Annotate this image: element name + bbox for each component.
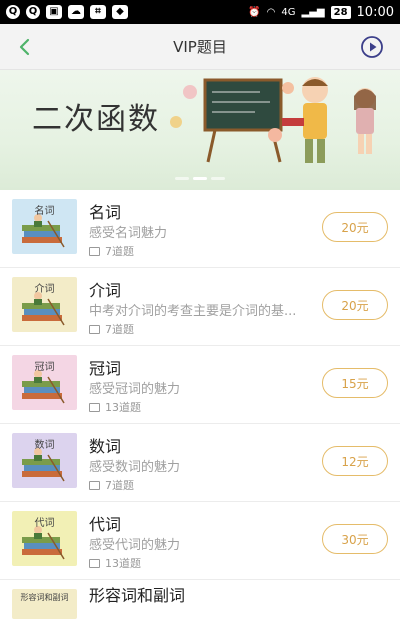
question-count: 7道题 bbox=[105, 323, 134, 336]
network-type: 4G bbox=[281, 6, 296, 18]
thumbnail-label: 冠词 bbox=[34, 362, 55, 373]
book-icon bbox=[89, 246, 100, 256]
book-icon bbox=[89, 558, 100, 568]
list-item[interactable]: 名词 名词 感受名词魅力 7道题 20元 bbox=[0, 190, 400, 268]
notification-q-icon: Q bbox=[6, 5, 20, 19]
image-icon: ▣ bbox=[46, 5, 62, 19]
nav-bar: VIP题目 bbox=[0, 24, 400, 70]
list-item[interactable]: 形容词和副词 形容词和副词 bbox=[0, 580, 400, 619]
price-button[interactable]: 15元 bbox=[322, 368, 388, 398]
item-title: 数词 bbox=[89, 437, 122, 456]
status-bar-right: ⏰ ◠ 4G ▂▄▆ 28 10:00 bbox=[248, 5, 394, 20]
cloud-icon: ☁ bbox=[68, 5, 84, 19]
question-list: 名词 名词 感受名词魅力 7道题 20元 介词 介词 中考对介词的考查主要是介词… bbox=[0, 190, 400, 619]
item-thumbnail: 介词 bbox=[12, 277, 77, 332]
thumbnail-label: 名词 bbox=[34, 206, 55, 217]
question-count: 13道题 bbox=[105, 401, 141, 414]
price-button[interactable]: 12元 bbox=[322, 446, 388, 476]
item-description: 感受代词的魅力 bbox=[89, 538, 181, 553]
item-meta: 7道题 bbox=[89, 477, 134, 493]
status-bar-left: Q Q ▣ ☁ ⌗ ◆ bbox=[6, 5, 128, 19]
price-button[interactable]: 20元 bbox=[322, 290, 388, 320]
item-meta: 13道题 bbox=[89, 555, 141, 571]
item-meta: 7道题 bbox=[89, 321, 134, 337]
book-icon bbox=[89, 480, 100, 490]
thumbnail-label: 数词 bbox=[34, 440, 55, 451]
item-title: 名词 bbox=[89, 203, 122, 222]
question-count: 7道题 bbox=[105, 479, 134, 492]
list-item[interactable]: 数词 数词 感受数词的魅力 7道题 12元 bbox=[0, 424, 400, 502]
item-title: 形容词和副词 bbox=[89, 586, 186, 605]
play-icon[interactable] bbox=[360, 35, 384, 59]
list-item[interactable]: 冠词 冠词 感受冠词的魅力 13道题 15元 bbox=[0, 346, 400, 424]
pager-dot bbox=[175, 177, 189, 180]
thumbnail-label: 代词 bbox=[34, 518, 55, 529]
page-title: VIP题目 bbox=[173, 38, 227, 56]
item-thumbnail: 形容词和副词 bbox=[12, 589, 77, 619]
item-description: 感受冠词的魅力 bbox=[89, 382, 181, 397]
banner-title: 二次函数 bbox=[32, 102, 160, 137]
thumbnail-label: 形容词和副词 bbox=[20, 593, 69, 602]
wifi-icon: ◠ bbox=[266, 6, 276, 18]
item-thumbnail: 代词 bbox=[12, 511, 77, 566]
item-meta: 7道题 bbox=[89, 243, 134, 259]
banner-illustration bbox=[170, 77, 376, 163]
signal-icon: ▂▄▆ bbox=[301, 6, 325, 18]
pager-dot-active bbox=[193, 177, 207, 180]
banner-pager bbox=[175, 177, 225, 180]
item-description: 感受数词的魅力 bbox=[89, 460, 181, 475]
list-item[interactable]: 介词 介词 中考对介词的考查主要是介词的基... 7道题 20元 bbox=[0, 268, 400, 346]
clock: 10:00 bbox=[356, 4, 394, 20]
item-title: 冠词 bbox=[89, 359, 122, 378]
question-count: 13道题 bbox=[105, 557, 141, 570]
item-description: 中考对介词的考查主要是介词的基... bbox=[89, 304, 297, 319]
book-icon bbox=[89, 402, 100, 412]
item-title: 代词 bbox=[89, 515, 122, 534]
alarm-icon: ⏰ bbox=[248, 6, 261, 18]
status-bar: Q Q ▣ ☁ ⌗ ◆ ⏰ ◠ 4G ▂▄▆ 28 10:00 bbox=[0, 0, 400, 24]
banner[interactable]: 二次函数 bbox=[0, 70, 400, 190]
item-description: 感受名词魅力 bbox=[89, 226, 168, 241]
item-meta: 13道题 bbox=[89, 399, 141, 415]
thumbnail-label: 介词 bbox=[34, 284, 55, 295]
price-button[interactable]: 20元 bbox=[322, 212, 388, 242]
back-arrow-icon[interactable] bbox=[14, 35, 36, 59]
list-item[interactable]: 代词 代词 感受代词的魅力 13道题 30元 bbox=[0, 502, 400, 580]
question-count: 7道题 bbox=[105, 245, 134, 258]
pager-dot bbox=[211, 177, 225, 180]
item-thumbnail: 名词 bbox=[12, 199, 77, 254]
android-icon: ◆ bbox=[112, 5, 128, 19]
item-thumbnail: 数词 bbox=[12, 433, 77, 488]
item-thumbnail: 冠词 bbox=[12, 355, 77, 410]
price-button[interactable]: 30元 bbox=[322, 524, 388, 554]
item-title: 介词 bbox=[89, 281, 122, 300]
scan-icon: ⌗ bbox=[90, 5, 106, 19]
book-icon bbox=[89, 324, 100, 334]
notification-q-icon: Q bbox=[26, 5, 40, 19]
battery-level: 28 bbox=[330, 5, 351, 19]
